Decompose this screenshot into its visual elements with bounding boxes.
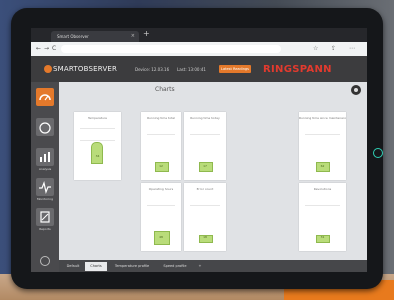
browser-tab[interactable]: Smart Observer ×: [51, 31, 139, 42]
chart-gridline: [305, 205, 340, 206]
chart-title: Running time today: [190, 116, 220, 120]
chart-gridline: [147, 134, 175, 135]
tab-default[interactable]: Default: [63, 262, 83, 271]
forward-icon[interactable]: →: [44, 45, 49, 52]
sidebar-label-reports: Reports: [39, 227, 51, 231]
sidebar: Analysis Monitoring Reports: [31, 82, 59, 272]
add-tab-button[interactable]: +: [195, 262, 205, 271]
chart-value: 12: [159, 164, 163, 168]
reload-icon[interactable]: C: [52, 45, 56, 52]
power-button-icon[interactable]: [373, 148, 383, 158]
browser-tab-title: Smart Observer: [57, 34, 89, 39]
chart-panel[interactable]: Running time today 17: [184, 112, 226, 180]
share-icon[interactable]: ⇪: [331, 45, 336, 52]
report-icon: [40, 211, 50, 223]
chart-title: Temperature: [87, 116, 107, 120]
chart-gridline: [305, 134, 340, 135]
app-header: SMARTOBSERVER Device: 12.03.16 Last: 13:…: [31, 56, 367, 82]
menu-icon[interactable]: ⋯: [349, 45, 355, 52]
chart-value: 17: [203, 164, 207, 168]
chart-panel[interactable]: Operating hours 48: [141, 183, 181, 251]
chart-panel[interactable]: Error count 18: [184, 183, 226, 251]
back-icon[interactable]: ←: [36, 45, 41, 52]
tab-charts[interactable]: Charts: [85, 262, 107, 271]
sidebar-item-gauge[interactable]: [36, 118, 54, 136]
chart-value: 18: [203, 235, 207, 239]
main-content: Charts Temperature 34 Running time total…: [59, 82, 367, 260]
star-icon[interactable]: ☆: [313, 45, 318, 52]
sidebar-item-monitoring[interactable]: [36, 178, 54, 196]
chart-title: Revolutions: [313, 187, 332, 191]
sidebar-item-dashboard[interactable]: [36, 88, 54, 106]
chart-gridline: [190, 205, 220, 206]
address-bar: ← → C ☆ ⇪ ⋯: [31, 42, 367, 57]
chart-icon: [40, 152, 50, 162]
speedometer-icon: [39, 94, 51, 101]
logo-icon: [44, 65, 52, 73]
tab-speed-profile[interactable]: Speed profile: [157, 262, 193, 271]
new-tab-button[interactable]: +: [143, 29, 150, 38]
header-info-2: Last: 13:00:41: [177, 67, 206, 72]
sidebar-label-monitoring: Monitoring: [36, 197, 54, 201]
gear-icon[interactable]: [351, 85, 361, 95]
chart-value: 62: [320, 164, 325, 168]
chart-panel[interactable]: Running time since maintenance 62: [299, 112, 346, 180]
chart-gridline: [80, 128, 115, 129]
latest-readings-button[interactable]: Latest Readings: [219, 65, 251, 73]
chart-bar: [91, 142, 103, 164]
chart-gridline: [190, 134, 220, 135]
sidebar-label-analysis: Analysis: [38, 167, 52, 171]
chart-title: Running time total: [147, 116, 175, 120]
header-info-1: Device: 12.03.16: [135, 67, 170, 72]
chart-gridline: [80, 140, 115, 141]
settings-icon[interactable]: [40, 256, 50, 266]
app-name: SMARTOBSERVER: [53, 65, 118, 73]
chart-title: Running time since maintenance: [299, 116, 346, 120]
chart-title: Error count: [196, 187, 214, 191]
page-title: Charts: [155, 86, 175, 93]
tab-temperature-profile[interactable]: Temperature profile: [109, 262, 155, 271]
tablet-screen: Smart Observer × + ← → C ☆ ⇪ ⋯ SMARTOBSE…: [31, 28, 367, 272]
sidebar-item-analysis[interactable]: [36, 148, 54, 166]
browser-tab-bar: Smart Observer × +: [31, 28, 367, 42]
pulse-icon: [39, 180, 51, 195]
chart-value: 31: [320, 235, 325, 239]
tab-close-icon[interactable]: ×: [131, 31, 135, 42]
gauge-icon: [39, 122, 51, 134]
chart-panel[interactable]: Revolutions 31: [299, 183, 346, 251]
chart-panel[interactable]: Running time total 12: [141, 112, 181, 180]
chart-panel[interactable]: Temperature 34: [74, 112, 121, 180]
sidebar-item-reports[interactable]: [36, 208, 54, 226]
brand-logo: RINGSPANN: [263, 64, 332, 75]
chart-title: Operating hours: [148, 187, 174, 191]
chart-value: 34: [95, 154, 100, 158]
chart-value: 48: [159, 235, 163, 239]
url-field[interactable]: [61, 45, 281, 53]
chart-gridline: [147, 205, 175, 206]
dashboard-tab-bar: Default Charts Temperature profile Speed…: [59, 260, 367, 272]
